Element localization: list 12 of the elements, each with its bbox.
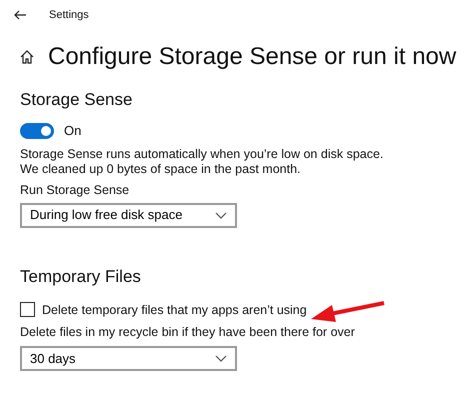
- description-text: We cleaned up 0 bytes of space in the past month.: [20, 162, 302, 176]
- dropdown[interactable]: During low free disk space: [20, 202, 237, 228]
- toggle-label: On: [64, 122, 82, 140]
- section-heading: Storage Sense: [20, 89, 134, 111]
- section-heading: Temporary Files: [20, 266, 142, 288]
- window-title: Settings: [49, 8, 89, 23]
- field-label: Run Storage Sense: [20, 182, 130, 198]
- field-label: Delete files in my recycle bin if they have been there for over: [20, 325, 356, 340]
- page-title: Configure Storage Sense or run it now: [48, 42, 456, 72]
- description-text: Storage Sense runs automatically when you’re low on disk space.: [20, 146, 384, 162]
- dropdown[interactable]: 30 days: [20, 346, 237, 372]
- checkbox-label: Delete temporary files that my apps aren’t using: [42, 302, 307, 319]
